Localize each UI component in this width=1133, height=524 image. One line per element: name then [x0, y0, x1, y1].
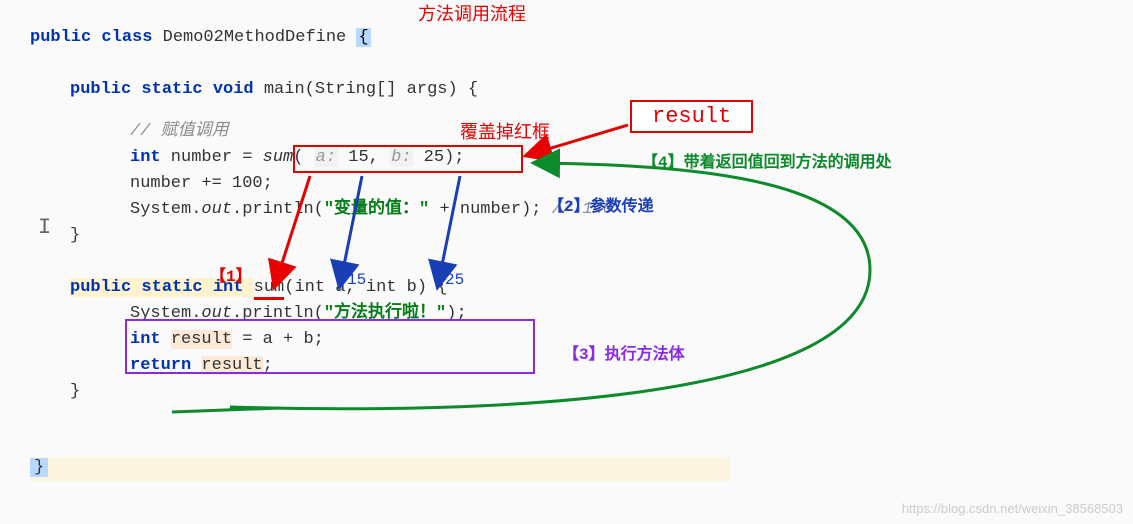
- line-closebrace2: }: [30, 379, 613, 405]
- line-closebrace1: }: [30, 223, 613, 249]
- line-closebrace3: }: [30, 458, 48, 477]
- value-25: 25: [445, 271, 464, 289]
- line-number-inc: number += 100;: [30, 171, 613, 197]
- line-sum-decl: public static int sum(int a, int b) {: [30, 275, 613, 301]
- line-println1: System.out.println("变量的值：" + number); //…: [30, 197, 613, 223]
- result-box: result: [630, 100, 753, 133]
- text-cursor-icon: I: [38, 215, 51, 240]
- watermark: https://blog.csdn.net/weixin_38568503: [902, 501, 1123, 516]
- diagram-title: 方法调用流程: [418, 0, 526, 26]
- value-15: 15: [347, 271, 366, 289]
- purple-bodybox: [125, 319, 535, 374]
- step4-label: 【4】带着返回值回到方法的调用处: [642, 148, 892, 172]
- red-callbox: [293, 145, 523, 173]
- line-class-decl: public class Demo02MethodDefine {: [30, 25, 613, 51]
- step2-label: 【2】参数传递: [548, 192, 654, 216]
- active-line-highlight: [30, 457, 730, 481]
- green-underline: [172, 408, 280, 412]
- cover-red-label: 覆盖掉红框: [460, 118, 550, 144]
- step1-label: 【1】: [210, 262, 252, 286]
- step3-label: 【3】执行方法体: [563, 340, 685, 364]
- line-main-decl: public static void main(String[] args) {: [30, 77, 613, 103]
